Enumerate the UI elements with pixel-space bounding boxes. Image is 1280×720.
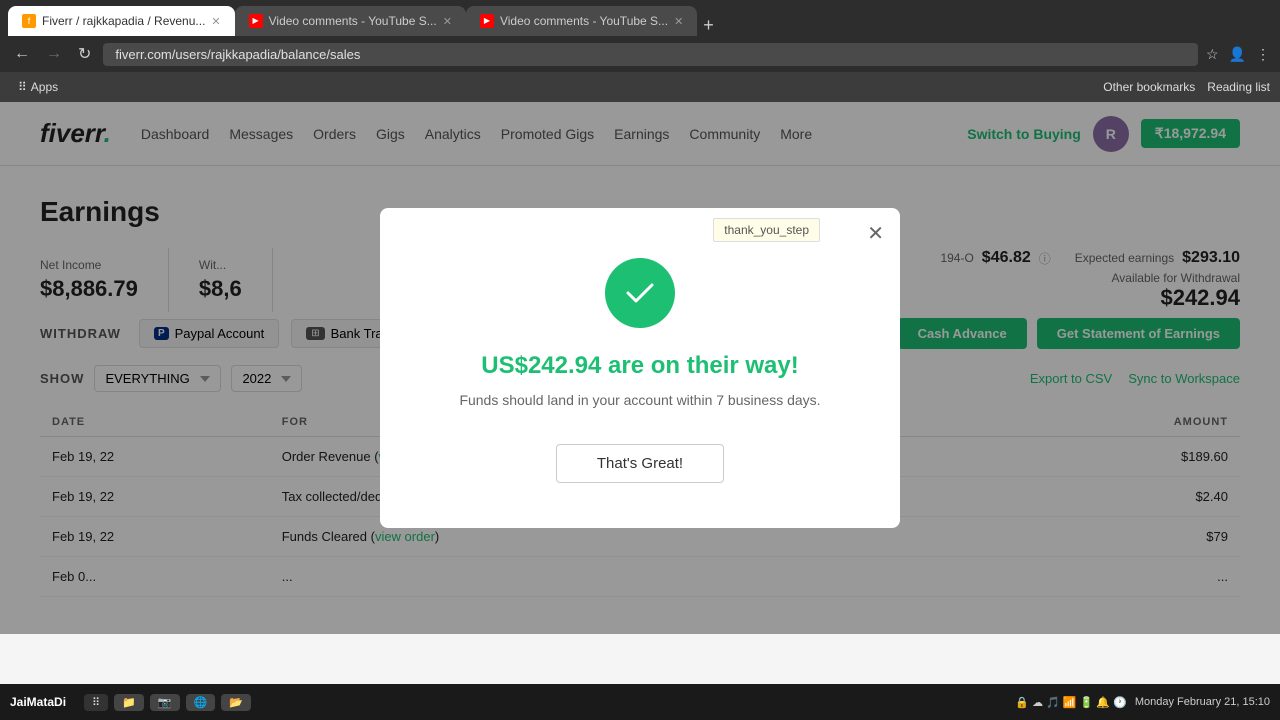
reload-button[interactable]: ↻ <box>74 44 95 64</box>
tab-yt1[interactable]: ▶ Video comments - YouTube S... ✕ <box>235 6 466 36</box>
taskbar-sys-icons: 🔒 ☁ 🎵 📶 🔋 🔔 🕐 <box>1015 696 1127 709</box>
tooltip: thank_you_step <box>713 218 820 242</box>
taskbar-icon-files[interactable]: 📁 <box>114 694 144 711</box>
thats-great-button[interactable]: That's Great! <box>556 444 724 483</box>
page-inner: fiverr. Dashboard Messages Orders Gigs A… <box>0 102 1280 634</box>
success-icon <box>605 258 675 328</box>
modal-title: US$242.94 are on their way! <box>481 352 798 380</box>
bookmarks-bar: ⠿ Apps Other bookmarks Reading list <box>0 72 1280 102</box>
taskbar-icon-browser[interactable]: 🌐 <box>186 694 216 711</box>
tab-fiverr[interactable]: f Fiverr / rajkkapadia / Revenu... ✕ <box>8 6 235 36</box>
forward-button[interactable]: → <box>42 45 66 63</box>
address-bar[interactable]: fiverr.com/users/rajkkapadia/balance/sal… <box>103 43 1198 66</box>
address-text: fiverr.com/users/rajkkapadia/balance/sal… <box>115 47 360 62</box>
taskbar-time: Monday February 21, 15:10 <box>1135 696 1270 708</box>
apps-icon: ⠿ <box>18 80 27 94</box>
more-icon[interactable]: ⋮ <box>1256 46 1270 63</box>
taskbar-icon-camera[interactable]: 📷 <box>150 694 180 711</box>
yt1-favicon: ▶ <box>249 14 263 28</box>
back-button[interactable]: ← <box>10 45 34 63</box>
fiverr-favicon: f <box>22 14 36 28</box>
profile-icon[interactable]: 👤 <box>1229 46 1246 63</box>
apps-label: Apps <box>31 80 58 94</box>
new-tab-button[interactable]: + <box>697 15 720 36</box>
taskbar-items: ⠿ 📁 📷 🌐 📂 <box>84 694 251 711</box>
modal-description: Funds should land in your account within… <box>459 392 820 408</box>
modal-close-button[interactable]: ✕ <box>867 224 884 244</box>
tab-yt2-label: Video comments - YouTube S... <box>500 14 668 28</box>
tab-fiverr-label: Fiverr / rajkkapadia / Revenu... <box>42 14 205 28</box>
tab-yt2[interactable]: ▶ Video comments - YouTube S... ✕ <box>466 6 697 36</box>
tab-close-yt2[interactable]: ✕ <box>674 15 683 28</box>
other-bookmarks[interactable]: Other bookmarks <box>1103 80 1195 94</box>
tab-close-fiverr[interactable]: ✕ <box>211 15 220 28</box>
browser-nav-bar: ← → ↻ fiverr.com/users/rajkkapadia/balan… <box>0 36 1280 72</box>
taskbar-icon-folder[interactable]: 📂 <box>221 694 251 711</box>
browser-nav-icons: ☆ 👤 ⋮ <box>1206 46 1270 63</box>
modal-overlay: ✕ US$242.94 are on their way! Funds shou… <box>0 102 1280 634</box>
yt2-favicon: ▶ <box>480 14 494 28</box>
tab-bar: f Fiverr / rajkkapadia / Revenu... ✕ ▶ V… <box>0 0 1280 36</box>
tab-close-yt1[interactable]: ✕ <box>443 15 452 28</box>
tab-yt1-label: Video comments - YouTube S... <box>269 14 437 28</box>
taskbar: JaiMataDi ⠿ 📁 📷 🌐 📂 🔒 ☁ 🎵 📶 🔋 🔔 🕐 Monday… <box>0 684 1280 720</box>
page: fiverr. Dashboard Messages Orders Gigs A… <box>0 102 1280 634</box>
taskbar-icon-apps[interactable]: ⠿ <box>84 694 108 711</box>
reading-list[interactable]: Reading list <box>1207 80 1270 94</box>
apps-bookmark[interactable]: ⠿ Apps <box>10 78 66 96</box>
taskbar-right: 🔒 ☁ 🎵 📶 🔋 🔔 🕐 Monday February 21, 15:10 <box>1015 696 1270 709</box>
checkmark-icon <box>622 275 658 311</box>
taskbar-start-label[interactable]: JaiMataDi <box>10 695 66 709</box>
success-modal: ✕ US$242.94 are on their way! Funds shou… <box>380 208 900 528</box>
bookmark-icon[interactable]: ☆ <box>1206 46 1219 63</box>
